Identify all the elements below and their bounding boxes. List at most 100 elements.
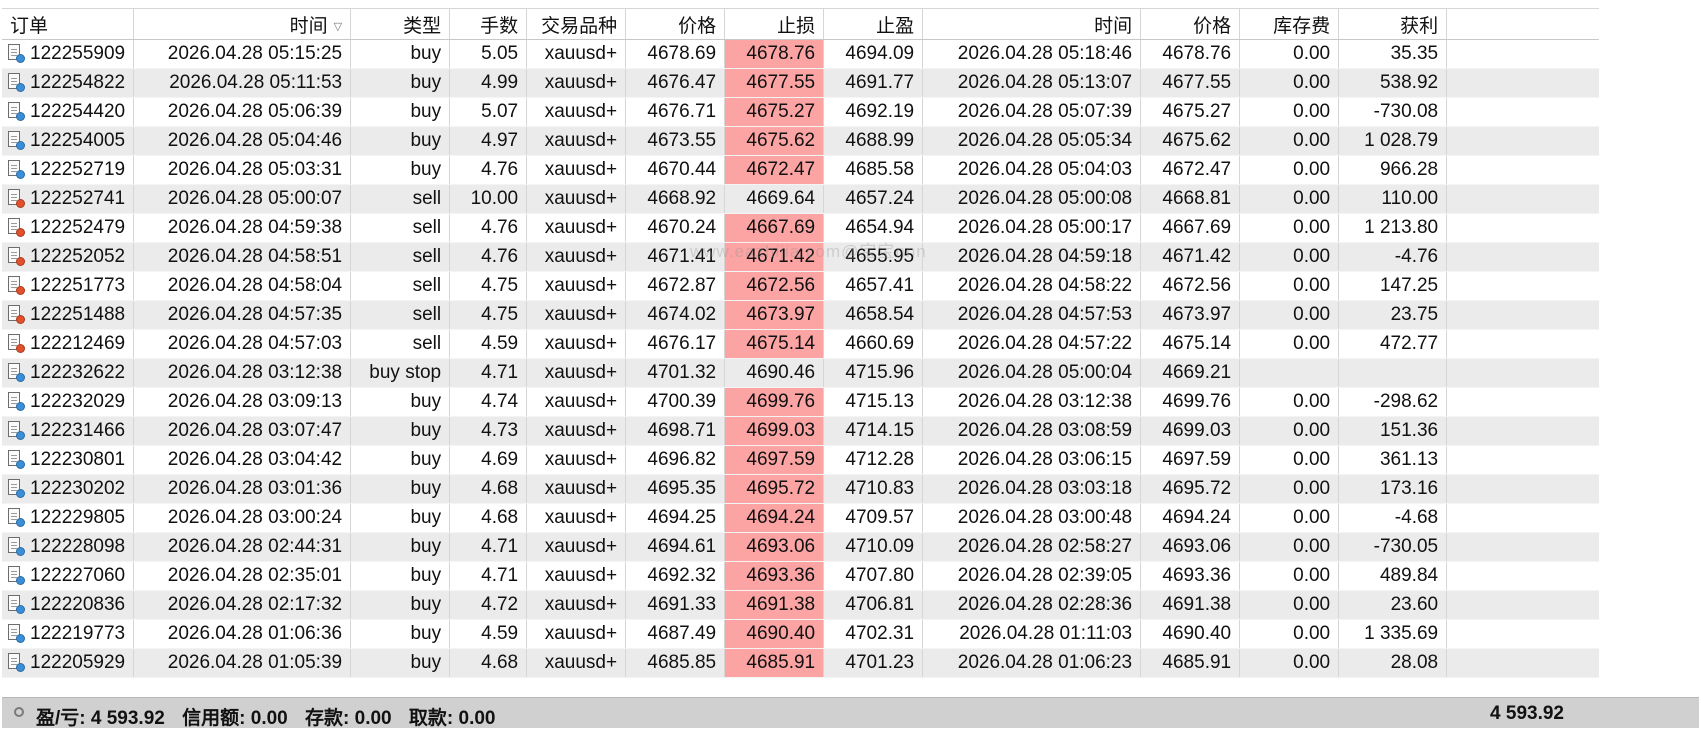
table-row[interactable]: 122254005 2026.04.28 05:04:46 buy 4.97 xauus… xyxy=(2,126,1599,156)
profit-cell: 538.92 xyxy=(1338,68,1448,98)
symbol-cell: xauusd+ xyxy=(526,271,627,301)
open-time-cell: 2026.04.28 04:59:38 xyxy=(133,213,352,243)
sell-order-icon xyxy=(8,247,25,266)
symbol-cell: xauusd+ xyxy=(526,213,627,243)
symbol-cell: xauusd+ xyxy=(526,532,627,562)
open-price-cell: 4671.41 xyxy=(625,242,726,272)
column-header-open-price[interactable]: 价格 xyxy=(625,8,726,40)
type-cell: buy xyxy=(350,416,451,446)
column-header-open-time[interactable]: 时间 ▽ xyxy=(133,8,352,40)
type-cell: buy xyxy=(350,445,451,475)
table-row[interactable]: 122229805 2026.04.28 03:00:24 buy 4.68 xauus… xyxy=(2,503,1599,533)
summary-toggle-icon[interactable] xyxy=(14,707,24,717)
table-row[interactable]: 122252052 2026.04.28 04:58:51 sell 4.76 xauu… xyxy=(2,242,1599,272)
column-header-stop-loss[interactable]: 止损 xyxy=(724,8,825,40)
table-row[interactable]: 122254420 2026.04.28 05:06:39 buy 5.07 xauus… xyxy=(2,97,1599,127)
order-cell: 122232029 xyxy=(2,387,135,417)
table-row[interactable]: 122212469 2026.04.28 04:57:03 sell 4.59 xauu… xyxy=(2,329,1599,359)
column-header-symbol[interactable]: 交易品种 xyxy=(526,8,627,40)
volume-cell: 5.07 xyxy=(449,97,528,127)
column-header-type[interactable]: 类型 xyxy=(350,8,451,40)
row-filler xyxy=(1446,68,1599,98)
open-price-cell: 4694.25 xyxy=(625,503,726,533)
column-header-order[interactable]: 订单 xyxy=(2,8,135,40)
swap-cell: 0.00 xyxy=(1239,300,1340,330)
open-time-cell: 2026.04.28 04:58:51 xyxy=(133,242,352,272)
close-time-cell: 2026.04.28 03:06:15 xyxy=(922,445,1142,475)
table-row[interactable]: 122228098 2026.04.28 02:44:31 buy 4.71 xauus… xyxy=(2,532,1599,562)
symbol-cell: xauusd+ xyxy=(526,184,627,214)
open-time-cell: 2026.04.28 01:05:39 xyxy=(133,648,352,678)
type-cell: sell xyxy=(350,300,451,330)
profit-cell: -730.08 xyxy=(1338,97,1448,127)
table-row[interactable]: 122252479 2026.04.28 04:59:38 sell 4.76 xauu… xyxy=(2,213,1599,243)
open-time-cell: 2026.04.28 05:04:46 xyxy=(133,126,352,156)
table-row[interactable]: 122231466 2026.04.28 03:07:47 buy 4.73 xauus… xyxy=(2,416,1599,446)
table-row[interactable]: 122227060 2026.04.28 02:35:01 buy 4.71 xauus… xyxy=(2,561,1599,591)
table-row[interactable]: 122251488 2026.04.28 04:57:35 sell 4.75 xauu… xyxy=(2,300,1599,330)
table-row[interactable]: 122205929 2026.04.28 01:05:39 buy 4.68 xauus… xyxy=(2,648,1599,678)
volume-cell: 4.76 xyxy=(449,155,528,185)
swap-cell: 0.00 xyxy=(1239,126,1340,156)
table-row[interactable]: 122230202 2026.04.28 03:01:36 buy 4.68 xauus… xyxy=(2,474,1599,504)
column-header-volume[interactable]: 手数 xyxy=(449,8,528,40)
row-filler xyxy=(1446,97,1599,127)
table-row[interactable]: 122219773 2026.04.28 01:06:36 buy 4.59 xauus… xyxy=(2,619,1599,649)
sell-order-icon xyxy=(8,334,25,353)
table-row[interactable]: 122252719 2026.04.28 05:03:31 buy 4.76 xauus… xyxy=(2,155,1599,185)
buy-order-icon xyxy=(8,160,25,179)
table-row[interactable]: 122232622 2026.04.28 03:12:38 buy stop 4.71… xyxy=(2,358,1599,388)
table-row[interactable]: 122255909 2026.04.28 05:15:25 buy 5.05 xauus… xyxy=(2,39,1599,69)
column-header-profit[interactable]: 获利 xyxy=(1338,8,1448,40)
swap-cell: 0.00 xyxy=(1239,561,1340,591)
row-filler xyxy=(1446,155,1599,185)
order-cell: 122252741 xyxy=(2,184,135,214)
order-number: 122227060 xyxy=(30,565,126,586)
type-cell: buy xyxy=(350,503,451,533)
take-profit-cell: 4660.69 xyxy=(823,329,924,359)
swap-cell: 0.00 xyxy=(1239,329,1340,359)
open-price-cell: 4694.61 xyxy=(625,532,726,562)
order-cell: 122252719 xyxy=(2,155,135,185)
table-row[interactable]: 122220836 2026.04.28 02:17:32 buy 4.72 xauus… xyxy=(2,590,1599,620)
volume-cell: 4.69 xyxy=(449,445,528,475)
column-header-swap[interactable]: 库存费 xyxy=(1239,8,1340,40)
sort-descending-icon: ▽ xyxy=(333,20,343,33)
order-number: 122254005 xyxy=(30,130,126,151)
table-row[interactable]: 122230801 2026.04.28 03:04:42 buy 4.69 xauus… xyxy=(2,445,1599,475)
order-cell: 122219773 xyxy=(2,619,135,649)
row-filler xyxy=(1446,126,1599,156)
buy-order-icon xyxy=(8,44,25,63)
row-filler xyxy=(1446,474,1599,504)
table-row[interactable]: 122252741 2026.04.28 05:00:07 sell 10.00 xau… xyxy=(2,184,1599,214)
profit-cell: 1 213.80 xyxy=(1338,213,1448,243)
table-row[interactable]: 122232029 2026.04.28 03:09:13 buy 4.74 xauus… xyxy=(2,387,1599,417)
open-time-cell: 2026.04.28 04:57:35 xyxy=(133,300,352,330)
stop-loss-cell: 4693.06 xyxy=(724,532,825,562)
volume-cell: 4.59 xyxy=(449,619,528,649)
table-row[interactable]: 122254822 2026.04.28 05:11:53 buy 4.99 xauus… xyxy=(2,68,1599,98)
type-cell: buy stop xyxy=(350,358,451,388)
open-price-cell: 4674.02 xyxy=(625,300,726,330)
column-header-take-profit[interactable]: 止盈 xyxy=(823,8,924,40)
stop-loss-cell: 4675.62 xyxy=(724,126,825,156)
table-row[interactable]: 122251773 2026.04.28 04:58:04 sell 4.75 xauu… xyxy=(2,271,1599,301)
swap-cell: 0.00 xyxy=(1239,503,1340,533)
order-cell: 122228098 xyxy=(2,532,135,562)
buy-order-icon xyxy=(8,421,25,440)
history-table: 订单 时间 ▽ 类型 手数 交易品种 价格 止损 止盈 时间 价格 库存费 获利 … xyxy=(2,8,1599,678)
order-number: 122228098 xyxy=(30,536,126,557)
column-header-close-time[interactable]: 时间 xyxy=(922,8,1142,40)
swap-cell: 0.00 xyxy=(1239,387,1340,417)
buy-order-icon xyxy=(8,653,25,672)
close-price-cell: 4673.97 xyxy=(1140,300,1241,330)
open-price-cell: 4698.71 xyxy=(625,416,726,446)
close-price-cell: 4671.42 xyxy=(1140,242,1241,272)
symbol-cell: xauusd+ xyxy=(526,503,627,533)
symbol-cell: xauusd+ xyxy=(526,358,627,388)
row-filler xyxy=(1446,387,1599,417)
column-header-close-price[interactable]: 价格 xyxy=(1140,8,1241,40)
order-number: 122252741 xyxy=(30,188,126,209)
profit-cell: 966.28 xyxy=(1338,155,1448,185)
stop-loss-cell: 4671.42 xyxy=(724,242,825,272)
